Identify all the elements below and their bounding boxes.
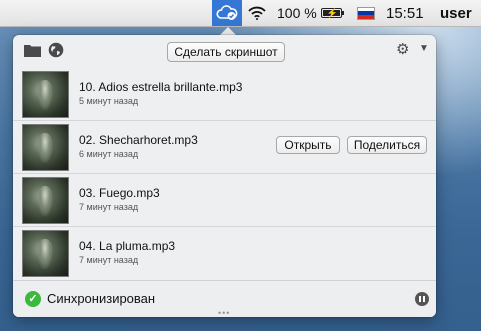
charging-bolt-icon: ⚡ [326,8,338,18]
menubar-clock[interactable]: 15:51 [386,0,424,26]
user-menu[interactable]: user [440,0,472,26]
cloud-sync-menubar-button[interactable] [212,0,242,26]
check-icon: ✓ [25,291,41,307]
file-name: 03. Fuego.mp3 [79,186,160,200]
gear-icon[interactable]: ⚙ [396,42,409,58]
input-source-menu[interactable] [356,0,376,26]
russian-flag-icon [357,6,375,20]
wifi-icon [248,6,266,20]
flag-stripe-red [358,14,374,19]
sync-status-label: Синхронизирован [47,291,156,306]
sync-popover: Сделать скриншот ⚙ ▼ 10. Adios estrella … [13,35,436,317]
battery-percent: 100 % [277,5,317,21]
share-button[interactable]: Поделиться [347,136,427,154]
battery-menu[interactable]: 100 % ⚡ [277,0,344,26]
list-item[interactable]: 04. La pluma.mp3 7 минут назад [13,226,436,279]
file-name: 10. Adios estrella brillante.mp3 [79,80,243,94]
popover-toolbar: Сделать скриншот ⚙ ▼ [13,35,436,65]
recent-files-list: 10. Adios estrella brillante.mp3 5 минут… [13,68,436,279]
album-art-thumbnail [22,230,69,277]
file-name: 04. La pluma.mp3 [79,239,176,253]
status-bar: ✓ Синхронизирован ••• [13,280,436,317]
chevron-down-icon[interactable]: ▼ [419,43,429,54]
list-item[interactable]: 10. Adios estrella brillante.mp3 5 минут… [13,68,436,120]
file-time: 5 минут назад [79,96,139,106]
battery-icon: ⚡ [320,8,344,18]
pause-icon[interactable] [415,292,429,306]
menu-bar: 100 % ⚡ 15:51 user [0,0,481,27]
file-time: 7 минут назад [79,202,139,212]
file-name: 02. Shecharhoret.mp3 [79,133,198,147]
wifi-menu[interactable] [246,0,268,26]
open-button[interactable]: Открыть [276,136,340,154]
file-time: 7 минут назад [79,255,139,265]
album-art-thumbnail [22,124,69,171]
globe-icon[interactable] [48,42,64,63]
list-item[interactable]: 02. Shecharhoret.mp3 6 минут назад Откры… [13,120,436,173]
album-art-thumbnail [22,71,69,118]
cloud-sync-icon [216,5,238,20]
folder-icon[interactable] [24,43,41,62]
list-item[interactable]: 03. Fuego.mp3 7 минут назад [13,173,436,226]
take-screenshot-button[interactable]: Сделать скриншот [167,42,285,62]
file-time: 6 минут назад [79,149,139,159]
resize-handle[interactable]: ••• [218,308,230,317]
album-art-thumbnail [22,177,69,224]
